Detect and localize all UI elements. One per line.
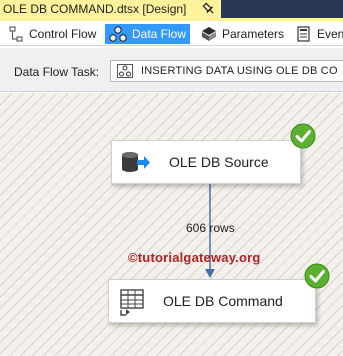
tab-parameters-label: Parameters (222, 27, 285, 41)
document-tab-title: OLE DB COMMAND.dtsx [Design] (3, 2, 187, 16)
ole-db-source-component[interactable]: OLE DB Source (111, 140, 301, 184)
tab-event-handlers-label: Even (317, 27, 343, 41)
tab-data-flow-label: Data Flow (132, 27, 187, 41)
watermark: ©tutorialgateway.org (128, 250, 261, 265)
data-flow-icon (109, 26, 127, 42)
success-check-icon (304, 263, 330, 289)
ole-db-command-icon (120, 289, 144, 316)
control-flow-icon (9, 26, 23, 42)
ole-db-command-label: OLE DB Command (163, 293, 283, 309)
data-flow-canvas[interactable]: 606 rows ©tutorialgateway.org OLE DB Sou… (0, 93, 343, 356)
data-flow-task-value: INSERTING DATA USING OLE DB CO (141, 65, 338, 77)
pin-icon[interactable] (201, 1, 217, 17)
path-row-count: 606 rows (186, 221, 235, 235)
tab-control-flow-label: Control Flow (29, 27, 97, 41)
designer-tabs: Control Flow Data Flow Parameters Even (0, 21, 343, 46)
data-flow-task-select[interactable]: INSERTING DATA USING OLE DB CO (110, 60, 343, 82)
parameters-icon (202, 27, 216, 41)
ole-db-command-component[interactable]: OLE DB Command (108, 279, 316, 323)
tab-control-flow[interactable]: Control Flow (4, 24, 100, 44)
ole-db-source-label: OLE DB Source (169, 154, 269, 170)
data-flow-task-bar: Data Flow Task: INSERTING DATA USING OLE… (0, 48, 343, 92)
data-flow-task-icon (117, 64, 133, 78)
event-handlers-icon (297, 26, 310, 42)
success-check-icon (290, 123, 316, 149)
tab-data-flow[interactable]: Data Flow (105, 24, 191, 44)
document-tab-strip: OLE DB COMMAND.dtsx [Design] (0, 0, 343, 18)
document-tab[interactable]: OLE DB COMMAND.dtsx [Design] (0, 0, 221, 18)
data-flow-task-label: Data Flow Task: (14, 65, 100, 79)
tab-event-handlers[interactable]: Even (292, 24, 343, 44)
tab-parameters[interactable]: Parameters (197, 24, 288, 44)
ole-db-source-icon (122, 152, 150, 172)
